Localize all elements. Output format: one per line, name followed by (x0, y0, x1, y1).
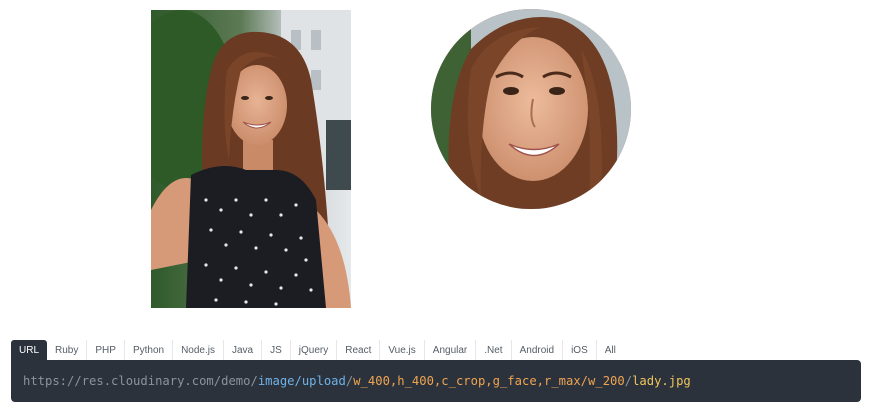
delivery-url-code[interactable]: https://res.cloudinary.com/demo/image/up… (11, 360, 861, 402)
tab-all[interactable]: All (596, 340, 624, 361)
url-filename: lady.jpg (632, 374, 691, 388)
portrait-photo-icon (151, 10, 351, 308)
url-base: https://res.cloudinary.com/demo/ (23, 374, 258, 388)
tab-react[interactable]: React (337, 340, 381, 361)
tab-php[interactable]: PHP (87, 340, 125, 361)
tab-node-js[interactable]: Node.js (173, 340, 224, 361)
transformed-photo (431, 9, 631, 209)
tab-ios[interactable]: iOS (563, 340, 597, 361)
tab-vue-js[interactable]: Vue.js (380, 340, 425, 361)
tab-net[interactable]: .Net (476, 340, 512, 361)
tab-jquery[interactable]: jQuery (290, 340, 338, 361)
tab-python[interactable]: Python (124, 340, 174, 361)
tab-java[interactable]: Java (223, 340, 263, 361)
url-path: image/upload (257, 374, 346, 388)
tab-ruby[interactable]: Ruby (47, 340, 88, 361)
language-tabs: URL Ruby PHP Python Node.js Java JS jQuery React… (11, 340, 624, 361)
tab-url[interactable]: URL (11, 340, 48, 361)
circle-face-crop-photo-icon (431, 9, 631, 209)
tab-angular[interactable]: Angular (424, 340, 477, 361)
original-photo (151, 10, 351, 308)
url-separator: / (624, 374, 633, 388)
tab-js[interactable]: JS (262, 340, 291, 361)
tab-android[interactable]: Android (511, 340, 564, 361)
url-separator: / (345, 374, 354, 388)
demo-stage: URL Ruby PHP Python Node.js Java JS jQuery React… (0, 0, 871, 413)
url-transformations: w_400,h_400,c_crop,g_face,r_max/w_200 (353, 374, 625, 388)
